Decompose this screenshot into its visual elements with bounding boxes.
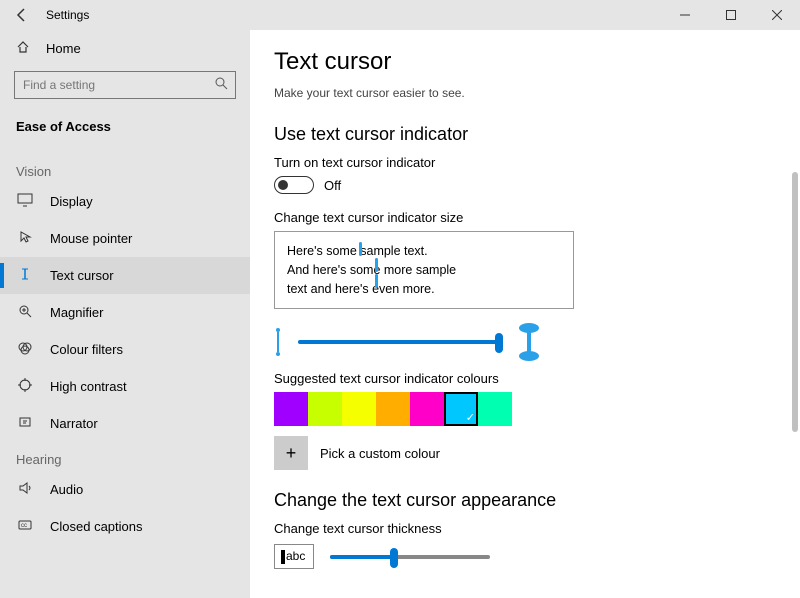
- colour-swatch[interactable]: [444, 392, 478, 426]
- nav-label: Display: [50, 194, 93, 209]
- pointer-icon: [16, 230, 34, 247]
- sample-line: text and here's even more.: [287, 280, 561, 299]
- display-icon: [16, 193, 34, 210]
- minimize-button[interactable]: [662, 0, 708, 30]
- colour-swatch[interactable]: [478, 392, 512, 426]
- page-description: Make your text cursor easier to see.: [274, 86, 776, 100]
- nav-audio[interactable]: Audio: [0, 471, 250, 508]
- nav-narrator[interactable]: Narrator: [0, 405, 250, 442]
- text-cursor-icon: [16, 267, 34, 284]
- group-vision: Vision: [0, 154, 250, 183]
- scrollbar-thumb[interactable]: [792, 172, 798, 432]
- search-input[interactable]: [14, 71, 236, 99]
- nav-label: Mouse pointer: [50, 231, 132, 246]
- home-icon: [16, 40, 30, 57]
- nav-label: Audio: [50, 482, 83, 497]
- colours-label: Suggested text cursor indicator colours: [274, 371, 776, 386]
- title-bar: Settings: [0, 0, 800, 30]
- search-box[interactable]: [14, 71, 236, 99]
- thickness-preview: abc: [274, 544, 314, 569]
- close-button[interactable]: [754, 0, 800, 30]
- narrator-icon: [16, 415, 34, 432]
- size-max-icon: [519, 323, 539, 361]
- colour-swatch[interactable]: [376, 392, 410, 426]
- home-nav[interactable]: Home: [0, 30, 250, 67]
- audio-icon: [16, 481, 34, 498]
- toggle-label: Turn on text cursor indicator: [274, 155, 776, 170]
- nav-colour-filters[interactable]: Colour filters: [0, 331, 250, 368]
- thickness-slider[interactable]: [330, 555, 490, 559]
- maximize-button[interactable]: [708, 0, 754, 30]
- group-hearing: Hearing: [0, 442, 250, 471]
- cursor-indicator-preview: [375, 274, 378, 288]
- slider-thumb[interactable]: [495, 333, 503, 353]
- sample-text-box: Here's some sample text. And here's some…: [274, 231, 574, 309]
- nav-closed-captions[interactable]: cc Closed captions: [0, 508, 250, 545]
- colour-swatch[interactable]: [308, 392, 342, 426]
- sample-line: And here's some more sample: [287, 261, 561, 280]
- nav-label: Closed captions: [50, 519, 143, 534]
- nav-label: Narrator: [50, 416, 98, 431]
- size-label: Change text cursor indicator size: [274, 210, 776, 225]
- contrast-icon: [16, 378, 34, 395]
- colour-swatches: [274, 392, 776, 426]
- cursor-indicator-preview: [359, 242, 362, 256]
- colour-swatch[interactable]: [342, 392, 376, 426]
- cursor-indicator-preview: [375, 258, 378, 272]
- search-icon: [215, 77, 228, 93]
- nav-magnifier[interactable]: Magnifier: [0, 294, 250, 331]
- indicator-heading: Use text cursor indicator: [274, 124, 776, 145]
- colour-swatch[interactable]: [274, 392, 308, 426]
- appearance-heading: Change the text cursor appearance: [274, 490, 776, 511]
- back-button[interactable]: [10, 3, 34, 27]
- filters-icon: [16, 341, 34, 358]
- nav-label: Magnifier: [50, 305, 103, 320]
- magnifier-icon: [16, 304, 34, 321]
- captions-icon: cc: [16, 518, 34, 535]
- size-min-icon: [274, 328, 282, 356]
- custom-colour-button[interactable]: +: [274, 436, 308, 470]
- sidebar: Home Ease of Access Vision Display Mouse…: [0, 30, 250, 598]
- nav-label: Text cursor: [50, 268, 114, 283]
- home-label: Home: [46, 41, 81, 56]
- indicator-toggle[interactable]: [274, 176, 314, 194]
- page-title: Text cursor: [274, 48, 776, 76]
- breadcrumb: Ease of Access: [0, 109, 250, 154]
- thickness-label: Change text cursor thickness: [274, 521, 776, 536]
- content-pane: Text cursor Make your text cursor easier…: [250, 30, 800, 598]
- nav-label: High contrast: [50, 379, 127, 394]
- custom-colour-label: Pick a custom colour: [320, 446, 440, 461]
- nav-high-contrast[interactable]: High contrast: [0, 368, 250, 405]
- window-title: Settings: [46, 8, 89, 22]
- nav-text-cursor[interactable]: Text cursor: [0, 257, 250, 294]
- slider-thumb[interactable]: [390, 548, 398, 568]
- nav-label: Colour filters: [50, 342, 123, 357]
- indicator-size-slider[interactable]: [298, 340, 503, 344]
- toggle-state: Off: [324, 178, 341, 193]
- nav-display[interactable]: Display: [0, 183, 250, 220]
- nav-mouse-pointer[interactable]: Mouse pointer: [0, 220, 250, 257]
- sample-line: Here's some sample text.: [287, 242, 561, 261]
- svg-text:cc: cc: [21, 523, 27, 529]
- colour-swatch[interactable]: [410, 392, 444, 426]
